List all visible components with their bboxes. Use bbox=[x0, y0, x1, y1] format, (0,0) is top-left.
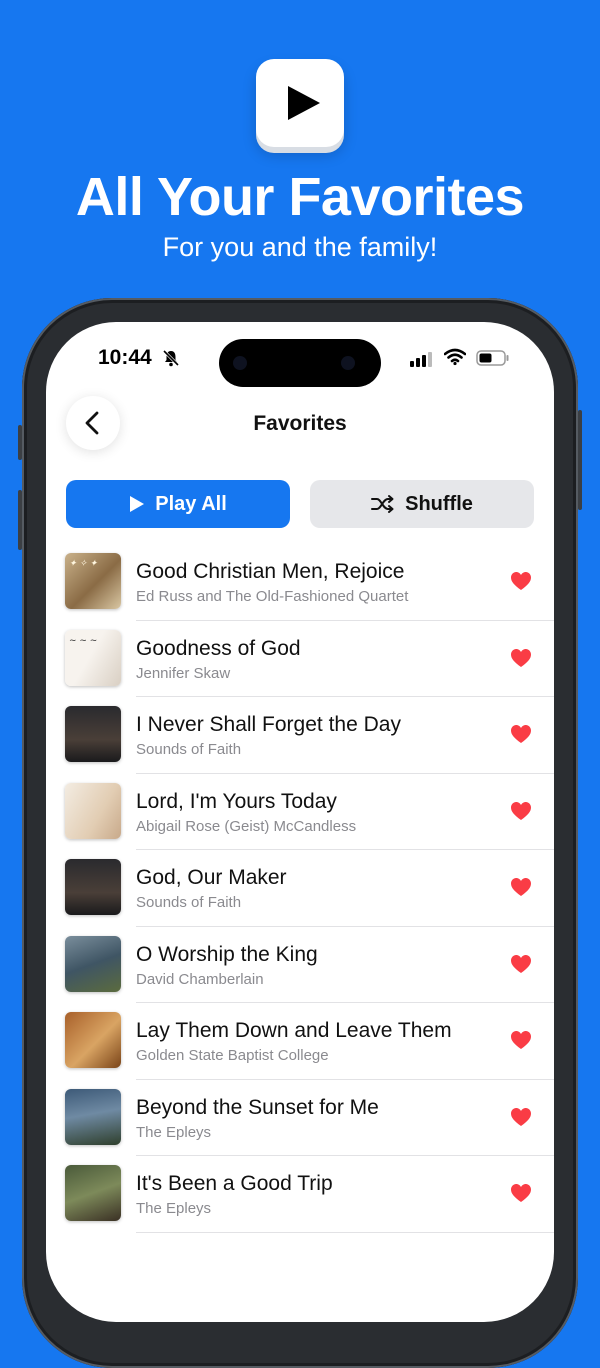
play-all-button[interactable]: Play All bbox=[66, 480, 290, 528]
phone-side-button bbox=[18, 490, 22, 550]
album-cover bbox=[65, 935, 121, 992]
list-item[interactable]: Lord, I'm Yours Today Abigail Rose (Geis… bbox=[46, 774, 554, 850]
song-title: Lord, I'm Yours Today bbox=[136, 789, 337, 813]
album-cover bbox=[65, 782, 121, 839]
battery-icon bbox=[476, 350, 509, 366]
album-cover bbox=[65, 1165, 121, 1221]
play-icon bbox=[288, 86, 320, 120]
heart-icon[interactable] bbox=[510, 648, 532, 668]
album-cover bbox=[65, 859, 121, 915]
song-artist: Golden State Baptist College bbox=[136, 1047, 329, 1064]
list-item[interactable]: ~ ~ ~ Goodness of God Jennifer Skaw bbox=[46, 621, 554, 697]
promo-subline: For you and the family! bbox=[162, 232, 438, 262]
song-title: Good Christian Men, Rejoice bbox=[136, 560, 405, 583]
heart-icon[interactable] bbox=[510, 801, 532, 821]
bell-slash-icon bbox=[162, 349, 180, 367]
song-title: It's Been a Good Trip bbox=[136, 1172, 333, 1195]
heart-icon[interactable] bbox=[510, 724, 532, 744]
song-title: God, Our Maker bbox=[136, 866, 287, 889]
album-cover: ✦ ✧ ✦ bbox=[65, 553, 121, 609]
list-item[interactable]: ✦ ✧ ✦ Good Christian Men, Rejoice Ed Rus… bbox=[46, 544, 554, 621]
album-cover bbox=[65, 1088, 121, 1145]
album-cover bbox=[65, 706, 121, 762]
song-artist: The Epleys bbox=[136, 1123, 212, 1141]
heart-icon[interactable] bbox=[510, 954, 532, 974]
song-artist: Abigail Rose (Geist) McCandless bbox=[136, 817, 357, 835]
song-artist: Sounds of Faith bbox=[136, 894, 242, 911]
page-title: Favorites bbox=[253, 412, 347, 435]
signal-icon bbox=[410, 352, 432, 367]
promo-headline: All Your Favorites bbox=[75, 167, 525, 227]
shuffle-button[interactable]: Shuffle bbox=[310, 480, 534, 528]
song-title: O Worship the King bbox=[136, 942, 318, 966]
list-item[interactable]: God, Our Maker Sounds of Faith bbox=[46, 850, 554, 927]
song-title: I Never Shall Forget the Day bbox=[136, 713, 401, 736]
shuffle-label: Shuffle bbox=[405, 492, 473, 515]
album-cover bbox=[65, 1012, 121, 1068]
heart-icon[interactable] bbox=[510, 877, 532, 897]
song-artist: Ed Russ and The Old-Fashioned Quartet bbox=[136, 588, 409, 605]
song-artist: David Chamberlain bbox=[136, 970, 264, 988]
phone-screen: 10:44 Favorites Play All Shuffle ✦ ✧ ✦ G… bbox=[46, 322, 554, 1322]
list-item[interactable]: Lay Them Down and Leave Them Golden Stat… bbox=[46, 1003, 554, 1080]
heart-icon[interactable] bbox=[510, 1107, 532, 1127]
play-all-label: Play All bbox=[155, 492, 227, 515]
list-item[interactable]: O Worship the King David Chamberlain bbox=[46, 927, 554, 1003]
song-artist: The Epleys bbox=[136, 1200, 212, 1217]
list-item[interactable]: I Never Shall Forget the Day Sounds of F… bbox=[46, 697, 554, 774]
list-item[interactable]: Beyond the Sunset for Me The Epleys bbox=[46, 1080, 554, 1156]
list-item[interactable]: It's Been a Good Trip The Epleys bbox=[46, 1156, 554, 1233]
heart-icon[interactable] bbox=[510, 1183, 532, 1203]
heart-icon[interactable] bbox=[510, 1030, 532, 1050]
album-cover: ~ ~ ~ bbox=[65, 629, 121, 686]
song-title: Beyond the Sunset for Me bbox=[136, 1095, 379, 1119]
song-artist: Sounds of Faith bbox=[136, 741, 242, 758]
heart-icon[interactable] bbox=[510, 571, 532, 591]
app-icon bbox=[256, 59, 344, 147]
play-icon bbox=[130, 496, 145, 512]
song-artist: Jennifer Skaw bbox=[136, 664, 231, 682]
favorites-list: ✦ ✧ ✦ Good Christian Men, Rejoice Ed Rus… bbox=[46, 544, 554, 1233]
phone-side-button bbox=[18, 425, 22, 460]
phone-side-button bbox=[578, 410, 582, 510]
status-time: 10:44 bbox=[98, 346, 152, 369]
song-title: Lay Them Down and Leave Them bbox=[136, 1019, 452, 1042]
song-title: Goodness of God bbox=[136, 636, 301, 660]
wifi-icon bbox=[444, 348, 466, 366]
dynamic-island bbox=[219, 339, 381, 387]
shuffle-icon bbox=[371, 495, 394, 513]
